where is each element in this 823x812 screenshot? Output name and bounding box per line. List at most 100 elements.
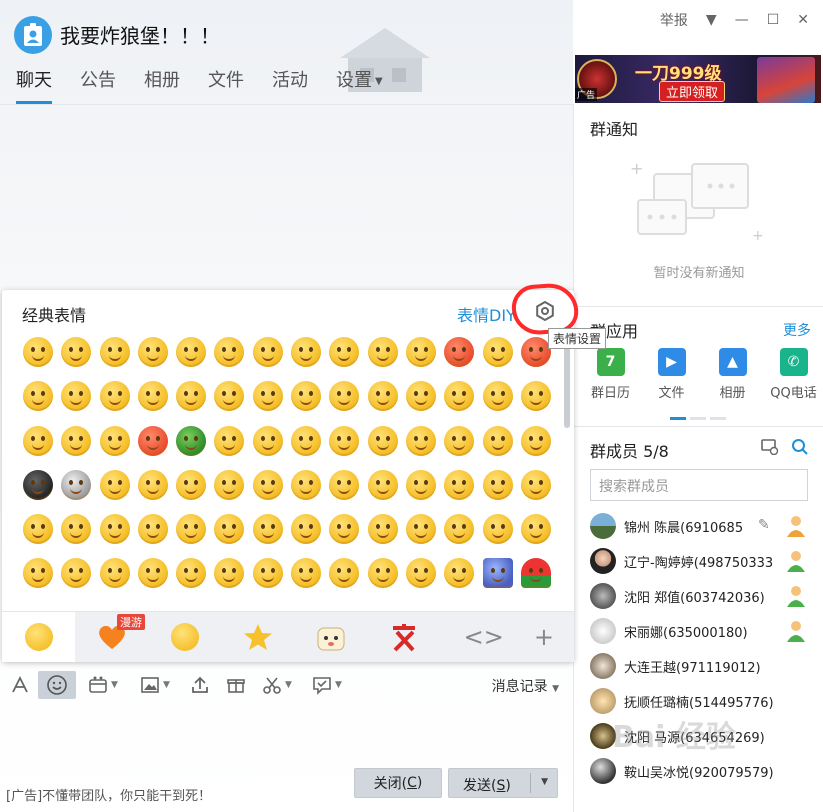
- close-button[interactable]: 关闭(C): [354, 768, 442, 798]
- app-album[interactable]: ▲ 相册: [702, 348, 763, 401]
- member-row[interactable]: 鞍山吴冰悦(920079579): [574, 754, 823, 789]
- emoji-item[interactable]: [250, 334, 286, 370]
- close-icon[interactable]: ✕: [797, 12, 809, 28]
- emoji-item[interactable]: [173, 511, 209, 547]
- member-row[interactable]: 宋丽娜(635000180): [574, 614, 823, 649]
- emoji-item[interactable]: [518, 467, 554, 503]
- member-row[interactable]: 沈阳 郑值(603742036): [574, 579, 823, 614]
- apps-pager[interactable]: [670, 417, 726, 420]
- emoji-item[interactable]: [250, 378, 286, 414]
- emoji-item[interactable]: [518, 378, 554, 414]
- edit-icon[interactable]: ✎: [758, 517, 770, 533]
- emoji-item[interactable]: [20, 555, 56, 591]
- message-record-button[interactable]: 消息记录 ▼: [492, 676, 559, 696]
- emoji-item[interactable]: [20, 334, 56, 370]
- emoji-item[interactable]: [441, 555, 477, 591]
- tab-announcement[interactable]: 公告: [80, 66, 116, 104]
- emoji-item[interactable]: [211, 511, 247, 547]
- emoji-item[interactable]: [211, 378, 247, 414]
- emoji-item[interactable]: [326, 423, 362, 459]
- emoji-item[interactable]: [20, 467, 56, 503]
- emoji-item[interactable]: [135, 555, 171, 591]
- emoji-item[interactable]: [250, 555, 286, 591]
- tab-chat[interactable]: 聊天: [16, 66, 52, 104]
- group-avatar[interactable]: [14, 16, 52, 54]
- emoji-item[interactable]: [403, 511, 439, 547]
- emoji-item[interactable]: [58, 555, 94, 591]
- app-files[interactable]: ▶ 文件: [641, 348, 702, 401]
- emoji-item[interactable]: [173, 378, 209, 414]
- emoji-item[interactable]: [403, 423, 439, 459]
- magic-expression-button[interactable]: ▼: [88, 671, 118, 699]
- tab-settings[interactable]: 设置 ▼: [336, 66, 383, 104]
- emoji-settings-button[interactable]: [532, 298, 558, 324]
- emoji-item[interactable]: [135, 423, 171, 459]
- tab-stickers[interactable]: [294, 612, 367, 662]
- send-options-dropdown[interactable]: ▼: [541, 777, 548, 787]
- tab-text-stickers[interactable]: [367, 612, 440, 662]
- ad-cta-button[interactable]: 立即领取: [659, 81, 726, 102]
- emoji-item[interactable]: [173, 334, 209, 370]
- emoji-item[interactable]: [20, 378, 56, 414]
- emoji-item[interactable]: [441, 378, 477, 414]
- emoji-item[interactable]: [365, 423, 401, 459]
- emoji-item[interactable]: [365, 511, 401, 547]
- search-icon[interactable]: [791, 438, 809, 456]
- emoji-item[interactable]: [97, 467, 133, 503]
- emoji-item[interactable]: [288, 467, 324, 503]
- emoji-diy-link[interactable]: 表情DIY: [457, 302, 516, 326]
- tab-stars[interactable]: [221, 612, 294, 662]
- screenshot-button[interactable]: ▼: [262, 671, 292, 699]
- emoji-item[interactable]: [326, 555, 362, 591]
- emoji-item[interactable]: [365, 378, 401, 414]
- emoji-item[interactable]: [58, 511, 94, 547]
- emoji-item[interactable]: [403, 378, 439, 414]
- emoji-item[interactable]: [518, 511, 554, 547]
- member-row[interactable]: 辽宁-陶婷婷(498750333): [574, 544, 823, 579]
- emoji-item[interactable]: [480, 423, 516, 459]
- emoji-item[interactable]: [326, 467, 362, 503]
- emoji-item[interactable]: [403, 467, 439, 503]
- emoji-item[interactable]: [135, 378, 171, 414]
- emoji-item[interactable]: [518, 555, 554, 591]
- gift-button[interactable]: [226, 671, 246, 699]
- emoji-item[interactable]: [97, 511, 133, 547]
- emoji-item[interactable]: [480, 467, 516, 503]
- emoji-item[interactable]: [173, 467, 209, 503]
- tab-activity[interactable]: 活动: [272, 66, 308, 104]
- minimize-icon[interactable]: —: [735, 12, 749, 28]
- emoji-item[interactable]: [135, 511, 171, 547]
- emoji-item[interactable]: [20, 423, 56, 459]
- more-tools-button[interactable]: ▼: [312, 671, 342, 699]
- emoji-item[interactable]: [97, 334, 133, 370]
- member-row[interactable]: 锦州 陈晨(6910685 ✎: [574, 509, 823, 544]
- emoji-item[interactable]: [135, 467, 171, 503]
- emoji-item[interactable]: [441, 467, 477, 503]
- emoji-item[interactable]: [480, 555, 516, 591]
- emoji-item[interactable]: [211, 555, 247, 591]
- member-search-input[interactable]: 搜索群成员: [590, 469, 808, 501]
- send-button[interactable]: 发送(S) ▼: [448, 768, 558, 798]
- emoji-item[interactable]: [211, 423, 247, 459]
- emoji-item[interactable]: [365, 334, 401, 370]
- emoji-item[interactable]: [173, 555, 209, 591]
- emoji-item[interactable]: [58, 423, 94, 459]
- emoji-item[interactable]: [441, 334, 477, 370]
- more-apps-link[interactable]: 更多: [783, 320, 811, 340]
- emoji-item[interactable]: [97, 378, 133, 414]
- emoji-item[interactable]: [288, 378, 324, 414]
- tab-album[interactable]: 相册: [144, 66, 180, 104]
- emoji-item[interactable]: [97, 555, 133, 591]
- add-emoji-icon[interactable]: +: [534, 623, 554, 651]
- member-row[interactable]: 大连王越(971119012): [574, 649, 823, 684]
- emoji-item[interactable]: [211, 334, 247, 370]
- upload-button[interactable]: [190, 671, 210, 699]
- emoji-item[interactable]: [250, 423, 286, 459]
- tab-files[interactable]: 文件: [208, 66, 244, 104]
- emoji-item[interactable]: [441, 511, 477, 547]
- emoji-item[interactable]: [365, 555, 401, 591]
- emoji-item[interactable]: [480, 378, 516, 414]
- emoji-item[interactable]: [211, 467, 247, 503]
- emoji-item[interactable]: [288, 555, 324, 591]
- emoji-item[interactable]: [58, 378, 94, 414]
